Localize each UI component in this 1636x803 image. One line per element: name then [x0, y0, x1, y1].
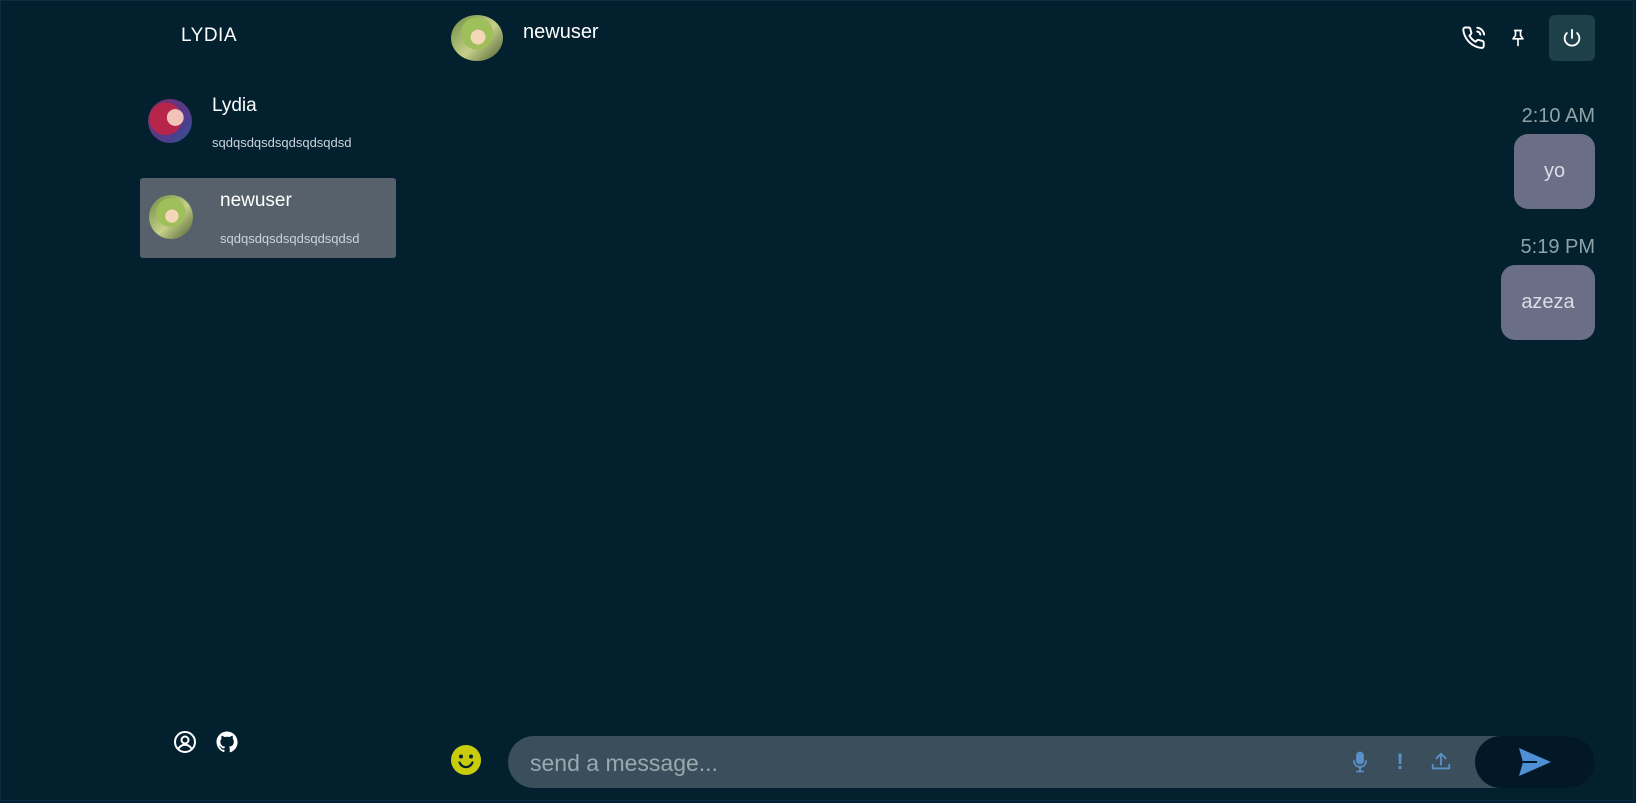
message-input[interactable] — [528, 736, 1312, 790]
sidebar: LYDIA Lydia sqdqsdqsdsqdsqdsqdsd newuser… — [1, 1, 421, 800]
phone-call-icon[interactable] — [1459, 23, 1489, 53]
contact-preview: sqdqsdqsdsqdsqdsqdsd — [212, 135, 352, 150]
exclamation-icon[interactable]: ! — [1388, 749, 1412, 774]
send-icon — [1519, 748, 1551, 776]
avatar — [148, 99, 192, 143]
chat-avatar — [451, 15, 503, 61]
contact-preview: sqdqsdqsdsqdsqdsqdsd — [220, 231, 360, 246]
sidebar-footer — [173, 730, 239, 754]
send-button[interactable] — [1475, 736, 1595, 788]
chat-app: LYDIA Lydia sqdqsdqsdsqdsqdsqdsd newuser… — [0, 0, 1634, 801]
message-bubble: azeza — [1501, 265, 1595, 340]
contact-item-newuser[interactable]: newuser sqdqsdqsdsqdsqdsqdsd — [140, 178, 396, 258]
message-composer: ! — [508, 736, 1595, 790]
pin-icon[interactable] — [1503, 23, 1533, 53]
header-actions — [1459, 15, 1635, 61]
contact-item-lydia[interactable]: Lydia sqdqsdqsdsqdsqdsqdsd — [140, 91, 396, 171]
microphone-icon[interactable] — [1348, 750, 1372, 774]
contact-name: newuser — [220, 190, 292, 211]
github-icon[interactable] — [215, 730, 239, 754]
message-timestamp: 2:10 AM — [1521, 105, 1595, 127]
avatar — [149, 195, 193, 239]
message-bubble: yo — [1514, 134, 1595, 209]
smiley-icon[interactable] — [450, 744, 482, 776]
user-circle-icon[interactable] — [173, 730, 197, 754]
message-timestamp: 5:19 PM — [1520, 236, 1595, 258]
power-icon[interactable] — [1549, 15, 1595, 61]
upload-icon[interactable] — [1429, 750, 1453, 774]
chat-contact-name: newuser — [523, 21, 599, 43]
app-brand: LYDIA — [181, 25, 238, 46]
chat-header: newuser — [421, 1, 1635, 71]
contact-name: Lydia — [212, 95, 257, 116]
